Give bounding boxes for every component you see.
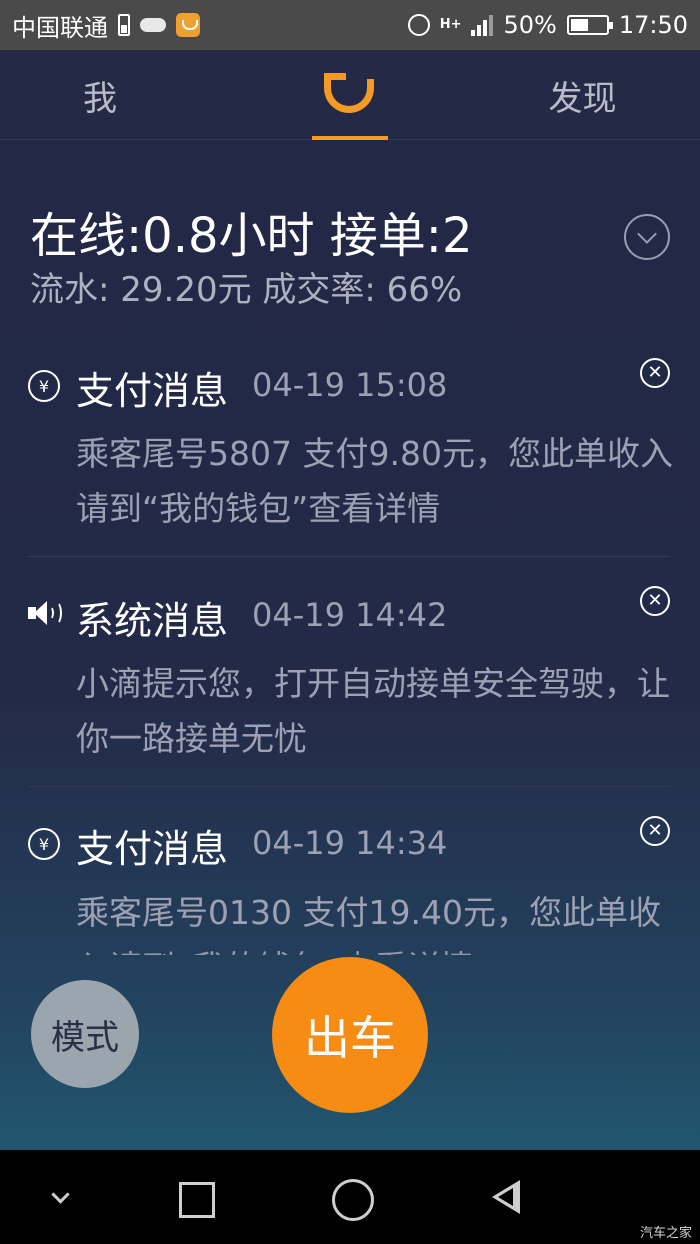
status-bar: 中国联通 H+ 50% 17:50 [0, 0, 700, 50]
tab-discover[interactable]: 发现 [520, 50, 645, 140]
home-icon[interactable] [300, 1150, 400, 1244]
top-tab-bar: 我 发现 [0, 50, 700, 140]
tab-me[interactable]: 我 [40, 50, 160, 140]
status-bar-right: H+ 50% 17:50 [407, 11, 688, 39]
yen-icon: ¥ [28, 370, 60, 402]
alarm-icon [407, 14, 430, 36]
tab-home[interactable] [310, 50, 390, 140]
close-icon[interactable]: ✕ [640, 358, 670, 388]
message-title: 支付消息 [76, 369, 229, 413]
message-body: 小滴提示您，打开自动接单安全驾驶，让你一路接单无忧 [76, 664, 670, 758]
message-title: 系统消息 [76, 599, 229, 643]
mode-button[interactable]: 模式 [31, 980, 139, 1088]
earnings-summary: 流水: 29.20元 成交率: 66% [30, 270, 463, 310]
back-icon[interactable] [456, 1150, 556, 1244]
weather-icon [140, 12, 166, 32]
signal-icon [471, 14, 494, 36]
battery-saver-icon [118, 14, 130, 36]
recents-icon[interactable] [144, 1150, 244, 1244]
carrier-label: 中国联通 [12, 13, 108, 42]
battery-percent: 50% [503, 11, 557, 39]
message-body: 乘客尾号5807 支付9.80元，您此单收入请到“我的钱包”查看详情 [76, 434, 673, 528]
message-time: 04-19 15:08 [252, 366, 448, 404]
message-body: 乘客尾号0130 支付19.40元，您此单收入请到“我的钱包”查看详情 [76, 893, 661, 955]
collapse-icon[interactable] [9, 1150, 109, 1244]
watermark: 汽车之家 [639, 1226, 692, 1241]
go-online-button[interactable]: 出车 [272, 957, 428, 1113]
status-bar-left: 中国联通 [12, 8, 200, 43]
didi-notification-icon [176, 13, 200, 37]
expand-summary-button[interactable] [624, 214, 670, 260]
clock: 17:50 [618, 11, 688, 39]
battery-icon [566, 15, 613, 35]
close-icon[interactable]: ✕ [640, 586, 670, 616]
close-icon[interactable]: ✕ [640, 816, 670, 846]
speaker-icon [28, 598, 64, 628]
message-time: 04-19 14:42 [252, 596, 448, 634]
message-title: 支付消息 [76, 827, 229, 871]
message-time: 04-19 14:34 [252, 824, 448, 862]
network-type: H+ [439, 17, 462, 32]
yen-icon: ¥ [28, 828, 60, 860]
system-nav-bar [0, 1150, 700, 1244]
divider [28, 556, 670, 557]
online-summary: 在线:0.8小时 接单:2 [30, 208, 473, 264]
didi-logo-icon [322, 73, 378, 115]
divider [28, 786, 670, 787]
